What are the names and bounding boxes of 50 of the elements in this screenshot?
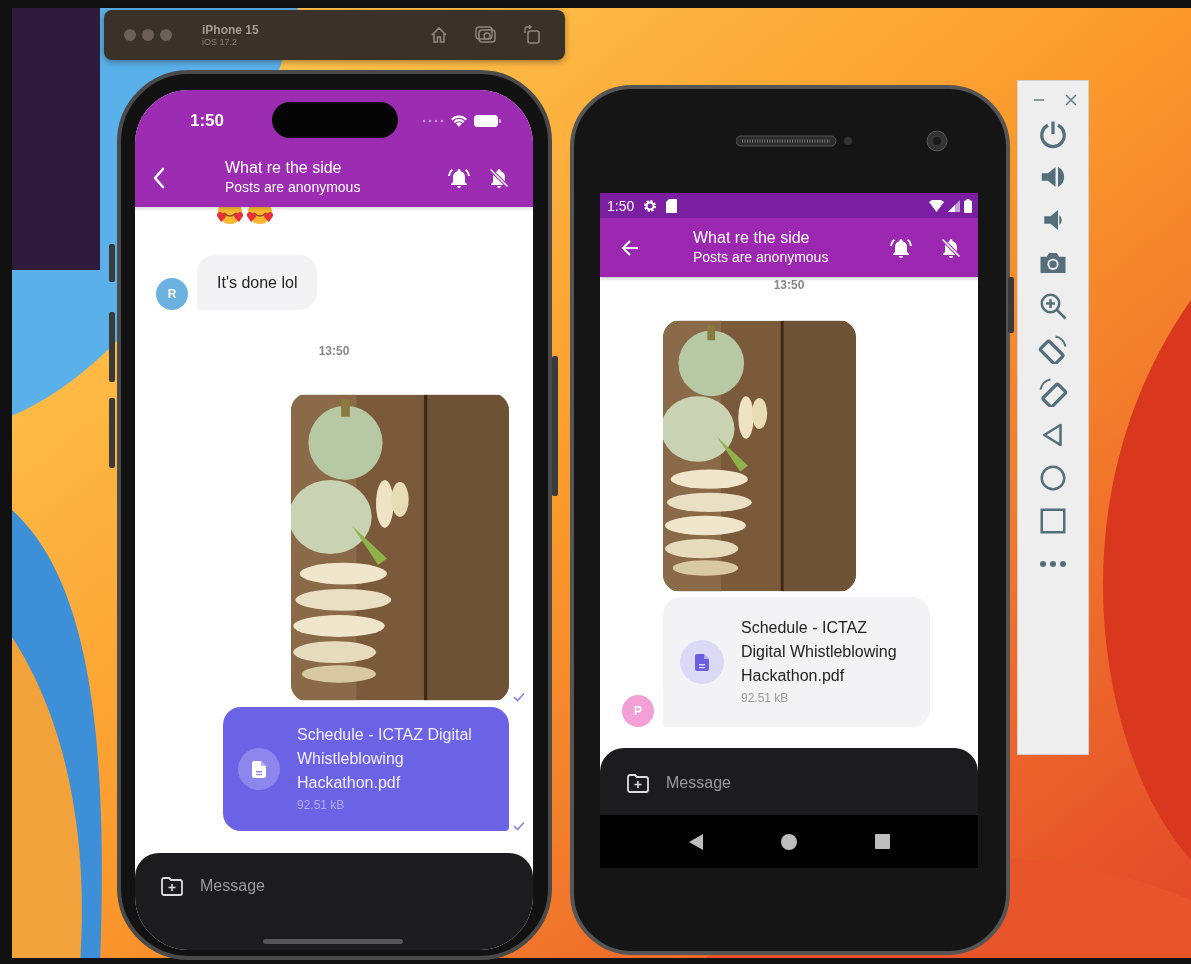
chat-subtitle: Posts are anonymous	[225, 178, 362, 197]
file-message-bubble[interactable]: Schedule - ICTAZ Digital Whistleblowing Hackathon.pdf 92.51 kB	[663, 597, 930, 727]
timestamp: 13:50	[318, 343, 350, 359]
status-time: 1:50	[190, 111, 225, 131]
file-message-bubble[interactable]: Schedule - ICTAZ Digital Whistleblowing Hackathon.pdf 92.51 kB	[223, 707, 509, 831]
close-icon[interactable]	[1065, 94, 1077, 106]
folder-plus-icon[interactable]	[160, 875, 184, 897]
document-icon	[695, 653, 709, 671]
check-icon	[513, 692, 525, 702]
gear-icon	[643, 198, 658, 213]
screenshot-icon[interactable]	[475, 25, 497, 45]
chat-title: What re the side	[693, 228, 811, 248]
overview-icon[interactable]	[874, 834, 890, 849]
device-name: iPhone 15	[202, 22, 260, 37]
document-icon	[252, 760, 266, 778]
back-icon[interactable]	[688, 833, 703, 850]
file-name: Schedule - ICTAZ Digital Whistleblowing Hackathon.pdf	[297, 725, 473, 793]
avatar: R	[156, 278, 188, 310]
message-bubble: It's done lol	[197, 255, 318, 310]
wifi-icon	[929, 199, 944, 212]
file-size: 92.51 kB	[297, 797, 346, 814]
signal-dots-icon	[422, 119, 444, 123]
folder-plus-icon[interactable]	[626, 772, 650, 794]
sd-card-icon	[666, 198, 678, 213]
file-size: 92.51 kB	[741, 690, 790, 707]
message-field[interactable]: Message	[666, 774, 866, 792]
signal-icon	[948, 199, 960, 212]
home-icon[interactable]	[780, 833, 797, 850]
timestamp: 13:50	[773, 277, 805, 293]
rotate-right-icon[interactable]	[1038, 377, 1068, 407]
power-icon[interactable]	[1038, 119, 1068, 149]
file-name: Schedule - ICTAZ Digital Whistleblowing Hackathon.pdf	[741, 618, 898, 686]
overview-icon[interactable]	[1038, 506, 1068, 536]
wifi-icon	[450, 114, 468, 128]
home-icon[interactable]	[1038, 463, 1068, 493]
rotate-icon[interactable]	[523, 25, 541, 45]
os-version: iOS 17.2	[202, 36, 239, 48]
battery-icon	[964, 198, 972, 213]
camera-lens-icon	[926, 130, 948, 152]
check-icon	[513, 821, 525, 831]
chat-subtitle: Posts are anonymous	[693, 248, 830, 267]
zoom-in-icon[interactable]	[1038, 291, 1068, 321]
chat-title: What re the side	[225, 158, 343, 178]
back-icon[interactable]	[152, 166, 166, 189]
avatar: P	[622, 695, 654, 727]
status-time: 1:50	[607, 197, 635, 214]
back-arrow-icon[interactable]	[621, 238, 639, 257]
battery-icon	[474, 115, 501, 127]
message-field[interactable]: Message	[200, 877, 400, 895]
rotate-left-icon[interactable]	[1038, 334, 1068, 364]
